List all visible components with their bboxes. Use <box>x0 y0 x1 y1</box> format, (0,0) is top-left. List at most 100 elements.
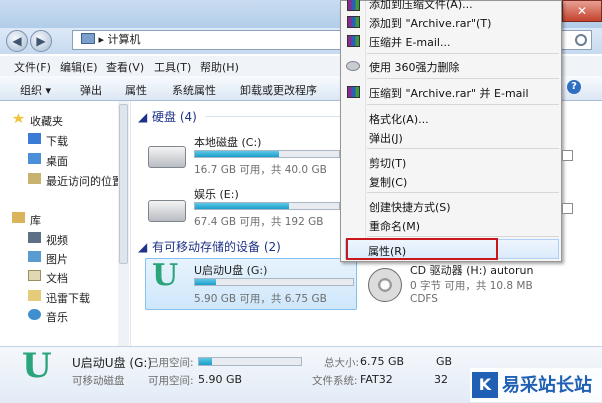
details-name: U启动U盘 (G:) <box>72 356 153 370</box>
details-total-label: 总大小: <box>324 357 360 369</box>
navigation-pane: 收藏夹 下载 桌面 最近访问的位置 库 视频 图片 文档 迅雷下载 音乐 <box>0 101 131 346</box>
close-button[interactable]: ✕ <box>562 0 602 22</box>
menu-view[interactable]: 查看(V) <box>106 59 144 75</box>
forward-button[interactable]: ▶ <box>30 30 52 52</box>
menu-create-shortcut[interactable]: 创建快捷方式(S) <box>369 199 451 215</box>
menu-separator <box>367 148 559 149</box>
details-free-label: 可用空间: <box>148 375 194 387</box>
details-used-fill <box>199 358 213 365</box>
nav-documents[interactable]: 文档 <box>46 270 68 286</box>
menu-rename[interactable]: 重命名(M) <box>369 218 420 234</box>
menu-cut[interactable]: 剪切(T) <box>369 155 406 171</box>
downloads-icon <box>28 133 41 144</box>
nav-favorites[interactable]: 收藏夹 <box>30 113 63 129</box>
uninstall-button[interactable]: 卸载或更改程序 <box>240 82 317 98</box>
details-total-value: 6.75 GB <box>360 355 405 368</box>
winrar-icon <box>347 0 360 11</box>
help-icon[interactable]: ? <box>567 80 581 94</box>
context-menu: 添加到压缩文件(A)... 添加到 "Archive.rar"(T) 压缩并 E… <box>340 0 562 262</box>
nav-recent[interactable]: 最近访问的位置 <box>46 173 123 189</box>
details-free-value: 5.90 GB <box>198 373 243 386</box>
udisk-space: 5.90 GB 可用，共 6.75 GB <box>194 293 327 305</box>
group-hard-disks[interactable]: 硬盘 (4) <box>152 108 197 125</box>
folder-icon <box>28 290 41 301</box>
drive-e-capacity-fill <box>195 203 289 209</box>
menu-add-to-archive[interactable]: 添加到压缩文件(A)... <box>369 0 473 12</box>
videos-icon <box>28 232 41 243</box>
nav-desktop[interactable]: 桌面 <box>46 153 68 169</box>
menu-tools[interactable]: 工具(T) <box>154 59 191 75</box>
drive-e-space: 67.4 GB 可用，共 192 GB <box>194 216 324 228</box>
udisk-logo-icon: U <box>152 258 179 293</box>
back-button[interactable]: ◀ <box>6 30 28 52</box>
nav-scrollbar-thumb[interactable] <box>119 104 128 264</box>
nav-thunder-downloads[interactable]: 迅雷下载 <box>46 290 90 306</box>
checkbox[interactable] <box>562 150 573 161</box>
udisk-logo-icon: U <box>22 346 52 386</box>
udisk-name[interactable]: U启动U盘 (G:) <box>194 262 267 278</box>
nav-pictures[interactable]: 图片 <box>46 251 68 267</box>
address-bar[interactable]: ▸ 计算机 <box>72 30 342 50</box>
drive-c-capacity-bar <box>194 150 340 158</box>
nav-downloads[interactable]: 下载 <box>46 133 68 149</box>
details-type: 可移动磁盘 <box>72 375 125 387</box>
library-icon <box>12 212 25 223</box>
menu-360-force-delete[interactable]: 使用 360强力删除 <box>369 59 460 75</box>
menu-separator <box>367 104 559 105</box>
menu-add-to-archive-rar[interactable]: 添加到 "Archive.rar"(T) <box>369 15 491 31</box>
search-icon <box>575 34 587 46</box>
system-properties-button[interactable]: 系统属性 <box>172 82 216 98</box>
drive-c-name[interactable]: 本地磁盘 (C:) <box>194 134 261 150</box>
drive-e-name[interactable]: 娱乐 (E:) <box>194 186 239 202</box>
details-gb-b: 32 <box>434 373 448 386</box>
menu-file[interactable]: 文件(F) <box>14 59 51 75</box>
menu-copy[interactable]: 复制(C) <box>369 174 407 190</box>
drive-e-capacity-bar <box>194 202 340 210</box>
cd-drive-name[interactable]: CD 驱动器 (H:) autorun <box>410 262 533 278</box>
chevron-down-icon[interactable]: ◢ <box>138 240 147 254</box>
eject-button[interactable]: 弹出 <box>80 82 102 98</box>
watermark-text: 易采站长站 <box>502 375 592 396</box>
winrar-icon <box>347 16 360 28</box>
menu-format[interactable]: 格式化(A)... <box>369 111 429 127</box>
recent-places-icon <box>28 173 41 184</box>
breadcrumb-computer[interactable]: 计算机 <box>108 33 141 46</box>
udisk-capacity-bar <box>194 278 354 286</box>
cd-drive-filesystem: CDFS <box>410 293 438 305</box>
group-removable[interactable]: 有可移动存储的设备 (2) <box>152 238 281 255</box>
details-fs-label: 文件系统: <box>312 375 358 387</box>
documents-icon <box>28 270 41 281</box>
properties-button[interactable]: 属性 <box>125 82 147 98</box>
organize-button[interactable]: 组织 ▾ <box>20 82 51 98</box>
desktop-icon <box>28 153 41 164</box>
nav-library[interactable]: 库 <box>30 212 41 228</box>
menu-edit[interactable]: 编辑(E) <box>60 59 98 75</box>
menu-help[interactable]: 帮助(H) <box>200 59 239 75</box>
menu-separator <box>367 53 559 54</box>
cd-drive-space: 0 字节 可用，共 10.8 MB <box>410 280 533 292</box>
nav-music[interactable]: 音乐 <box>46 309 68 325</box>
details-used-bar <box>198 357 302 366</box>
menu-separator <box>367 192 559 193</box>
drive-c-space: 16.7 GB 可用，共 40.0 GB <box>194 164 327 176</box>
hard-disk-icon <box>148 200 186 222</box>
menu-separator <box>367 236 559 237</box>
details-used-label: 已用空间: <box>148 357 194 369</box>
group-divider <box>205 116 340 117</box>
star-icon <box>12 113 25 124</box>
udisk-capacity-fill <box>195 279 216 285</box>
360-delete-icon <box>346 61 360 71</box>
nav-videos[interactable]: 视频 <box>46 232 68 248</box>
hard-disk-icon <box>148 146 186 168</box>
watermark-logo-icon: K <box>472 372 498 398</box>
winrar-icon <box>347 86 360 98</box>
pictures-icon <box>28 251 41 262</box>
menu-compress-rar-email[interactable]: 压缩到 "Archive.rar" 并 E-mail <box>369 85 529 101</box>
checkbox[interactable] <box>562 203 573 214</box>
details-fs-value: FAT32 <box>360 373 393 386</box>
menu-compress-email[interactable]: 压缩并 E-mail... <box>369 34 450 50</box>
computer-icon <box>81 33 95 44</box>
cd-drive-icon <box>368 268 402 302</box>
chevron-down-icon[interactable]: ◢ <box>138 110 147 124</box>
menu-eject[interactable]: 弹出(J) <box>369 130 403 146</box>
